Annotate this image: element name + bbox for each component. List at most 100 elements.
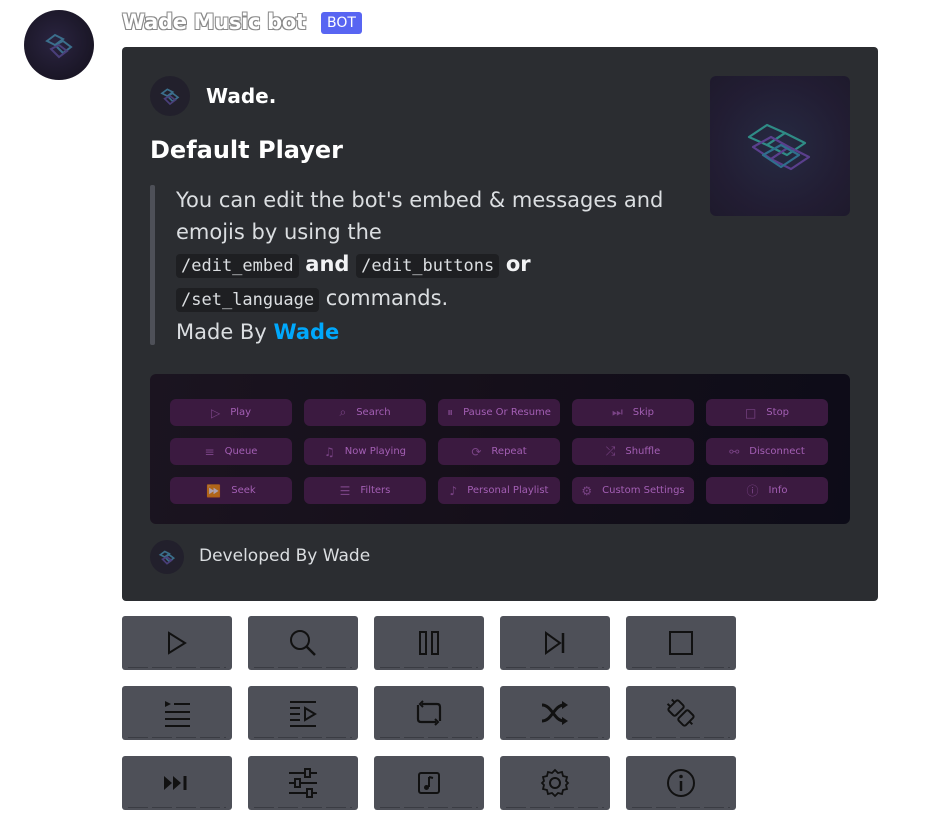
footer-avatar	[150, 540, 184, 574]
seek-icon: ⏩	[206, 483, 222, 498]
embed-footer: Developed By Wade	[199, 546, 371, 566]
preview-button-label: Custom Settings	[602, 485, 685, 496]
pause-resume-button[interactable]	[374, 616, 484, 670]
preview-button: ⚯ Disconnect	[706, 438, 828, 465]
shuffle-button[interactable]	[500, 686, 610, 740]
bot-avatar[interactable]	[24, 10, 94, 80]
logo-icon	[158, 550, 176, 565]
preview-button: ⌕ Search	[304, 399, 426, 426]
play-icon: ▷	[210, 405, 221, 420]
commands-text: commands.	[325, 286, 449, 310]
shuffle-icon	[541, 701, 568, 725]
or-text: or	[505, 252, 531, 276]
preview-button: ⟳ Repeat	[438, 438, 560, 465]
preview-button: ⏩ Seek	[170, 477, 292, 504]
playlist-icon: ♪	[449, 483, 458, 498]
preview-button-label: Pause Or Resume	[463, 407, 551, 418]
embed-description: You can edit the bot's embed & messages …	[176, 184, 676, 348]
preview-button: ♪ Personal Playlist	[438, 477, 560, 504]
set-language-command: /set_language	[176, 288, 320, 312]
made-by-text: Made By	[176, 320, 267, 344]
edit-embed-command: /edit_embed	[176, 254, 299, 278]
info-icon	[667, 769, 695, 797]
preview-button: ⚙ Custom Settings	[572, 477, 694, 504]
bot-username[interactable]: Wade Music bot	[122, 10, 306, 34]
author-avatar	[150, 76, 190, 116]
settings-icon: ⚙	[581, 483, 593, 498]
stop-icon	[669, 631, 693, 655]
disconnect-button[interactable]	[626, 686, 736, 740]
preview-button-label: Filters	[360, 485, 391, 496]
preview-button: ⤮ Shuffle	[572, 438, 694, 465]
settings-button[interactable]	[500, 756, 610, 810]
info-icon: ⓘ	[746, 484, 759, 498]
now-playing-icon: ♫	[323, 444, 335, 459]
search-icon	[290, 630, 316, 656]
repeat-icon	[416, 700, 442, 726]
disconnect-icon: ⚯	[729, 444, 740, 459]
preview-button: ☰ Filters	[304, 477, 426, 504]
preview-button-label: Now Playing	[344, 446, 407, 457]
queue-icon	[165, 701, 190, 727]
pause-icon	[419, 631, 439, 655]
preview-button: ≡ Queue	[170, 438, 292, 465]
logo-icon	[747, 123, 811, 171]
edit-buttons-command: /edit_buttons	[356, 254, 500, 278]
description-text: You can edit the bot's embed & messages …	[176, 188, 664, 244]
embed-thumbnail	[710, 76, 850, 216]
skip-icon: ⏭	[611, 405, 623, 419]
preview-button-label: Info	[768, 485, 788, 496]
skip-button[interactable]	[500, 616, 610, 670]
seek-icon	[164, 776, 187, 790]
quote-bar	[150, 185, 155, 345]
repeat-icon: ⟳	[471, 444, 482, 459]
disconnect-icon	[666, 698, 695, 727]
pause-icon: ⏸	[447, 405, 454, 419]
preview-button-label: Queue	[224, 446, 258, 457]
now-playing-icon	[290, 701, 317, 727]
preview-button-label: Seek	[231, 485, 256, 496]
preview-button: □ Stop	[706, 399, 828, 426]
info-button[interactable]	[626, 756, 736, 810]
play-icon	[168, 631, 187, 655]
preview-button-label: Disconnect	[749, 446, 805, 457]
preview-button-label: Skip	[632, 407, 655, 418]
preview-button: ♫ Now Playing	[304, 438, 426, 465]
preview-button: ⏭ Skip	[572, 399, 694, 426]
preview-button-label: Stop	[766, 407, 790, 418]
stop-icon: □	[744, 405, 757, 420]
made-by-link[interactable]: Wade	[273, 320, 339, 344]
filters-icon	[289, 768, 317, 798]
preview-button: ▷ Play	[170, 399, 292, 426]
player-embed: Wade. Default Player You can edit the bo…	[122, 47, 878, 601]
settings-icon	[540, 768, 570, 798]
playlist-button[interactable]	[374, 756, 484, 810]
preview-button-label: Play	[230, 407, 252, 418]
queue-icon: ≡	[204, 444, 215, 459]
stop-button[interactable]	[626, 616, 736, 670]
preview-button: ⓘ Info	[706, 477, 828, 504]
now-playing-button[interactable]	[248, 686, 358, 740]
filters-button[interactable]	[248, 756, 358, 810]
seek-button[interactable]	[122, 756, 232, 810]
play-button[interactable]	[122, 616, 232, 670]
playlist-icon	[418, 772, 440, 794]
filters-icon: ☰	[339, 483, 351, 498]
preview-button-label: Search	[356, 407, 391, 418]
embed-title: Default Player	[150, 136, 344, 164]
shuffle-icon: ⤮	[605, 444, 616, 458]
search-button[interactable]	[248, 616, 358, 670]
preview-button: ⏸ Pause Or Resume	[438, 399, 560, 426]
preview-button-label: Repeat	[491, 446, 527, 457]
search-icon: ⌕	[339, 405, 347, 419]
skip-icon	[545, 631, 565, 655]
preview-button-label: Shuffle	[625, 446, 661, 457]
and-text: and	[305, 252, 350, 276]
logo-icon	[160, 88, 180, 106]
embed-author: Wade.	[206, 84, 277, 108]
embed-image: ▷ Play ⌕ Search ⏸ Pause Or Resume ⏭ Skip □ Stop ≡ Q…	[150, 374, 850, 524]
preview-button-label: Personal Playlist	[467, 485, 549, 496]
button-preview-grid: ▷ Play ⌕ Search ⏸ Pause Or Resume ⏭ Skip □ Stop ≡ Q…	[170, 399, 828, 504]
repeat-button[interactable]	[374, 686, 484, 740]
queue-button[interactable]	[122, 686, 232, 740]
